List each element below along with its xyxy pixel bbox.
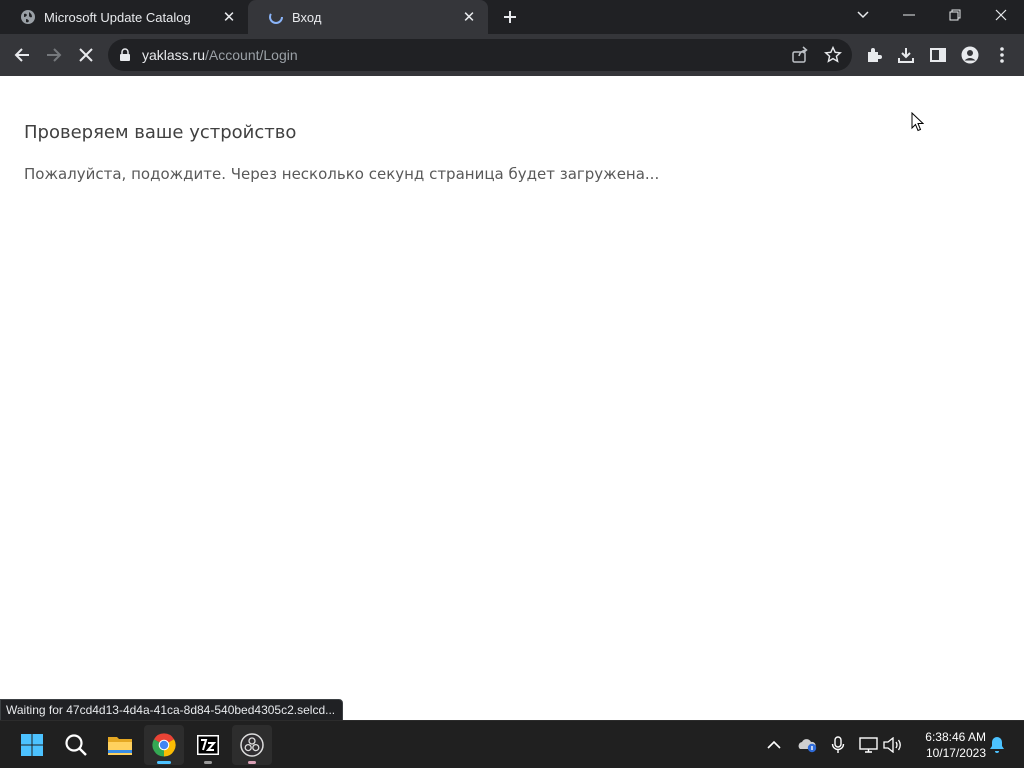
forward-button[interactable] xyxy=(40,41,68,69)
status-bubble: Waiting for 47cd4d13-4d4a-41ca-8d84-540b… xyxy=(0,699,344,721)
tab-title: Microsoft Update Catalog xyxy=(44,9,191,25)
file-explorer-icon[interactable] xyxy=(100,725,140,765)
menu-icon[interactable] xyxy=(988,41,1016,69)
chevron-up-icon[interactable] xyxy=(762,733,786,757)
tab-title: Вход xyxy=(292,9,322,25)
tab-strip: Microsoft Update Catalog ✕ Вход ✕ xyxy=(0,0,1024,34)
stop-loading-button[interactable] xyxy=(72,41,100,69)
url-host: yaklass.ru xyxy=(142,47,206,63)
microphone-icon[interactable] xyxy=(826,733,850,757)
tab-search-icon[interactable] xyxy=(840,0,886,30)
search-icon[interactable] xyxy=(56,725,96,765)
profile-icon[interactable] xyxy=(956,41,984,69)
address-bar[interactable]: yaklass.ru/Account/Login xyxy=(108,39,852,71)
page-heading: Проверяем ваше устройство xyxy=(24,122,297,143)
7zip-icon[interactable] xyxy=(188,725,228,765)
share-icon[interactable] xyxy=(790,45,810,70)
lock-icon[interactable] xyxy=(120,48,130,66)
extensions-icon[interactable] xyxy=(860,41,888,69)
volume-icon[interactable] xyxy=(881,733,905,757)
taskbar: 6:38:46 AM 10/17/2023 xyxy=(0,720,1024,768)
notification-bell-icon[interactable] xyxy=(985,733,1009,757)
globe-icon xyxy=(20,9,36,25)
tab-vhod[interactable]: Вход ✕ xyxy=(248,0,488,34)
clock-time: 6:38:46 AM xyxy=(925,730,986,744)
url-path: /Account/Login xyxy=(205,47,298,63)
mouse-cursor-icon xyxy=(911,111,925,137)
downloads-icon[interactable] xyxy=(892,41,920,69)
back-button[interactable] xyxy=(8,41,36,69)
bookmark-star-icon[interactable] xyxy=(823,45,843,70)
running-indicator xyxy=(248,761,256,764)
tab-microsoft-update-catalog[interactable]: Microsoft Update Catalog ✕ xyxy=(0,0,248,34)
page-loading-icon xyxy=(268,9,284,25)
close-tab-icon[interactable]: ✕ xyxy=(220,8,238,26)
close-tab-icon[interactable]: ✕ xyxy=(460,8,478,26)
browser-window: Microsoft Update Catalog ✕ Вход ✕ yaklas… xyxy=(0,0,1024,768)
new-tab-button[interactable] xyxy=(498,5,522,29)
system-clock[interactable]: 6:38:46 AM 10/17/2023 xyxy=(914,729,986,761)
url-text[interactable]: yaklass.ru/Account/Login xyxy=(142,47,298,63)
close-window-icon[interactable] xyxy=(978,0,1024,30)
active-indicator xyxy=(157,761,171,764)
chrome-icon[interactable] xyxy=(144,725,184,765)
obs-icon[interactable] xyxy=(232,725,272,765)
loading-message: Пожалуйста, подождите. Через несколько с… xyxy=(24,165,660,183)
status-text: Waiting for 47cd4d13-4d4a-41ca-8d84-540b… xyxy=(6,703,336,717)
restore-icon[interactable] xyxy=(932,0,978,30)
onedrive-icon[interactable] xyxy=(795,733,819,757)
windows-start-icon[interactable] xyxy=(12,725,52,765)
page-content: Проверяем ваше устройство Пожалуйста, по… xyxy=(0,76,1024,720)
network-icon[interactable] xyxy=(857,733,881,757)
minimize-icon[interactable] xyxy=(886,0,932,30)
side-panel-icon[interactable] xyxy=(924,41,952,69)
clock-date: 10/17/2023 xyxy=(925,746,986,760)
running-indicator xyxy=(204,761,212,764)
browser-toolbar: yaklass.ru/Account/Login xyxy=(0,34,1024,76)
